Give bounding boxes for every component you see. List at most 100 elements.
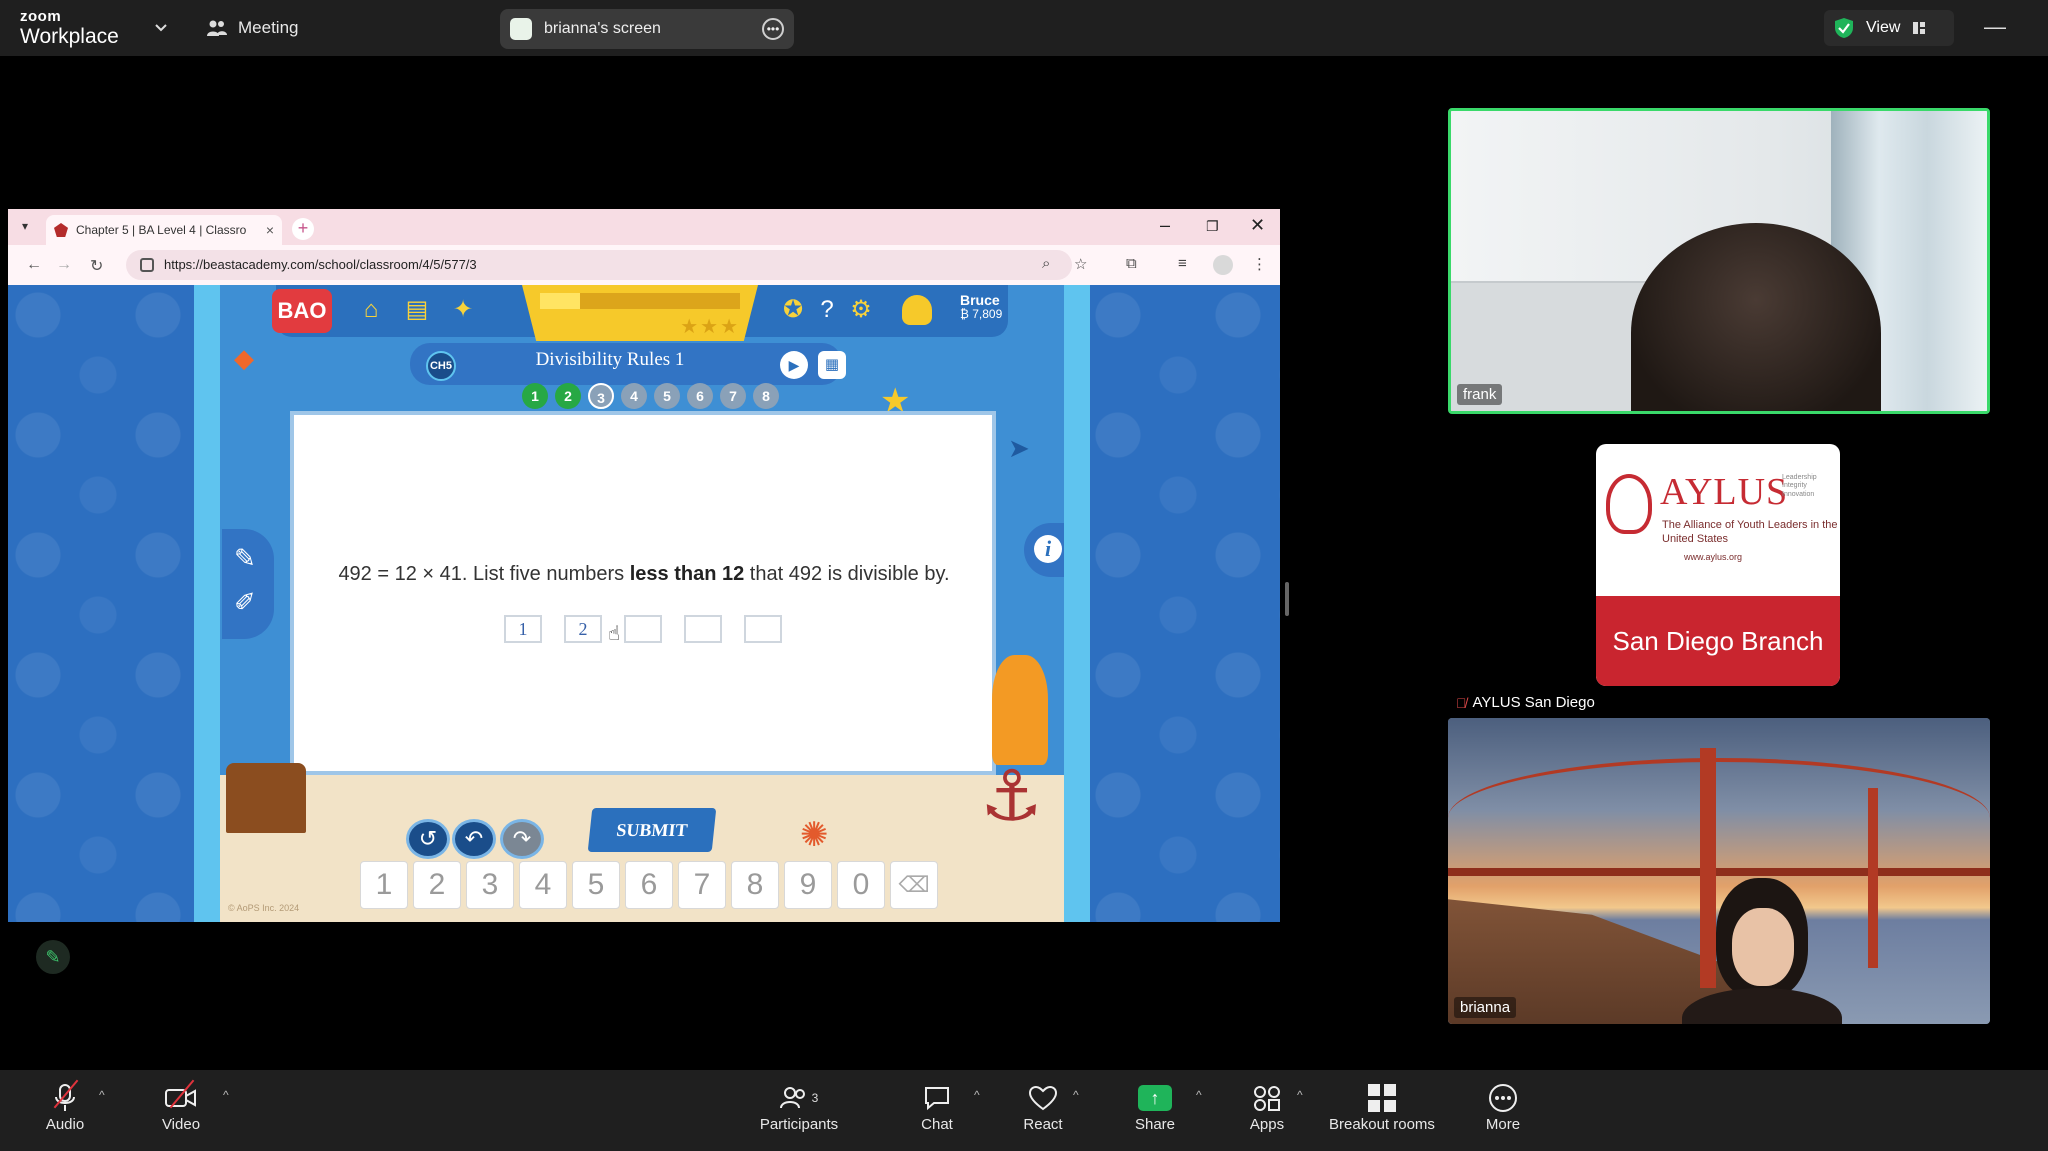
annotate-pencil-icon[interactable]: ✎: [36, 940, 70, 974]
keypad-key[interactable]: 8: [731, 861, 779, 909]
tab-list-icon[interactable]: ▾: [22, 219, 28, 233]
apps-options-caret-icon[interactable]: ^: [1297, 1088, 1303, 1102]
undo-icon[interactable]: ↶: [452, 819, 496, 859]
keypad-key[interactable]: 1: [360, 861, 408, 909]
video-tile-aylus[interactable]: AYLUS Leadership Integrity Innovation Th…: [1448, 418, 1990, 714]
react-label: React: [1023, 1116, 1063, 1133]
trophy-icon[interactable]: ✪: [778, 295, 808, 325]
progress-dot[interactable]: 3: [588, 383, 614, 409]
share-button[interactable]: ↑ Share: [1130, 1080, 1180, 1133]
url-field[interactable]: https://beastacademy.com/school/classroo…: [126, 250, 1072, 280]
progress-dot[interactable]: 4: [621, 383, 647, 409]
media-control-icon[interactable]: ≡: [1178, 255, 1187, 272]
bao-home-button[interactable]: BAO: [272, 289, 332, 333]
chat-options-caret-icon[interactable]: ^: [974, 1088, 980, 1102]
audio-button[interactable]: Audio: [40, 1080, 90, 1133]
chapter-badge[interactable]: CH5: [426, 351, 456, 381]
coral-decoration: [992, 655, 1048, 765]
answer-input[interactable]: [744, 615, 782, 643]
progress-dot[interactable]: 1: [522, 383, 548, 409]
profile-avatar[interactable]: [1213, 255, 1233, 275]
more-button[interactable]: More: [1478, 1080, 1528, 1133]
submit-button[interactable]: SUBMIT: [587, 808, 717, 852]
answer-input[interactable]: 1: [504, 615, 542, 643]
book-icon[interactable]: ▤: [402, 295, 432, 325]
chevron-down-icon[interactable]: [152, 18, 170, 36]
mic-muted-icon: 🎙̸: [1456, 694, 1467, 711]
progress-dot[interactable]: 5: [654, 383, 680, 409]
react-options-caret-icon[interactable]: ^: [1073, 1088, 1079, 1102]
progress-dot[interactable]: 8: [753, 383, 779, 409]
video-options-caret-icon[interactable]: ^: [223, 1088, 229, 1102]
answer-input[interactable]: [684, 615, 722, 643]
answer-input[interactable]: [624, 615, 662, 643]
stars-icon: ★★★: [680, 316, 740, 338]
play-video-icon[interactable]: ▶: [780, 351, 808, 379]
bookmark-star-icon[interactable]: ☆: [1074, 255, 1087, 273]
reload-icon[interactable]: ↻: [90, 256, 103, 276]
puzzle-icon[interactable]: ✦: [448, 295, 478, 325]
keypad-key[interactable]: 6: [625, 861, 673, 909]
view-button[interactable]: View: [1824, 10, 1954, 46]
participants-button[interactable]: 3 Participants: [754, 1080, 844, 1133]
video-tile-brianna[interactable]: brianna: [1448, 718, 1990, 1024]
react-button[interactable]: React: [1018, 1080, 1068, 1133]
backspace-key-icon[interactable]: ⌫: [890, 861, 938, 909]
progress-dot[interactable]: 6: [687, 383, 713, 409]
minimize-window-button[interactable]: —: [1984, 14, 2006, 40]
zoom-magnifier-icon[interactable]: ⌕: [1042, 255, 1050, 272]
share-screen-icon: [510, 18, 532, 40]
guide-book-icon[interactable]: ▦: [818, 351, 846, 379]
back-icon[interactable]: ←: [26, 256, 42, 274]
reset-icon[interactable]: ↺: [406, 819, 450, 859]
window-restore-button[interactable]: ❐: [1206, 218, 1219, 235]
chat-button[interactable]: Chat: [912, 1080, 962, 1133]
forward-icon[interactable]: →: [56, 256, 72, 274]
meeting-menu[interactable]: Meeting: [206, 18, 298, 38]
info-button[interactable]: i: [1024, 523, 1064, 577]
browser-tab[interactable]: Chapter 5 | BA Level 4 | Classro ×: [46, 215, 282, 245]
new-tab-button[interactable]: +: [292, 218, 314, 240]
browser-tab-strip: ▾ Chapter 5 | BA Level 4 | Classro × + –…: [8, 209, 1280, 245]
progress-stars-panel: ★★★: [522, 285, 758, 341]
pencil-icon[interactable]: ✎: [234, 543, 256, 574]
aylus-branch-banner: San Diego Branch: [1596, 596, 1840, 686]
video-button[interactable]: Video: [156, 1080, 206, 1133]
avatar-helmet-icon[interactable]: [902, 295, 932, 325]
anchor-icon: ⚓: [980, 757, 1043, 835]
extensions-icon[interactable]: ⧉: [1126, 255, 1137, 272]
apps-button[interactable]: Apps: [1242, 1080, 1292, 1133]
problem-end: that 492 is divisible by.: [744, 563, 950, 585]
video-tile-frank[interactable]: frank: [1448, 108, 1990, 414]
redo-icon[interactable]: ↷: [500, 819, 544, 859]
help-icon[interactable]: ?: [812, 295, 842, 325]
eraser-icon[interactable]: ✐: [234, 587, 256, 618]
keypad-key[interactable]: 7: [678, 861, 726, 909]
site-settings-icon[interactable]: [140, 258, 154, 272]
keypad-key[interactable]: 2: [413, 861, 461, 909]
answer-input[interactable]: 2: [564, 615, 602, 643]
breakout-rooms-button[interactable]: Breakout rooms: [1326, 1080, 1438, 1133]
more-options-icon[interactable]: •••: [762, 18, 784, 40]
keypad-key[interactable]: 0: [837, 861, 885, 909]
school-icon[interactable]: ⌂: [356, 295, 386, 325]
share-options-caret-icon[interactable]: ^: [1196, 1088, 1202, 1102]
keypad-key[interactable]: 5: [572, 861, 620, 909]
progress-dot[interactable]: 7: [720, 383, 746, 409]
number-keypad: 1 2 3 4 5 6 7 8 9 0 ⌫: [360, 861, 938, 909]
settings-gear-icon[interactable]: ⚙: [846, 295, 876, 325]
keypad-key[interactable]: 3: [466, 861, 514, 909]
keypad-key[interactable]: 4: [519, 861, 567, 909]
meeting-label: Meeting: [238, 18, 299, 37]
screen-share-indicator[interactable]: brianna's screen •••: [500, 9, 794, 49]
close-tab-icon[interactable]: ×: [266, 222, 274, 238]
keypad-key[interactable]: 9: [784, 861, 832, 909]
browser-menu-icon[interactable]: ⋮: [1252, 255, 1267, 273]
window-minimize-button[interactable]: –: [1160, 215, 1170, 236]
audio-options-caret-icon[interactable]: ^: [99, 1088, 105, 1102]
shared-browser-window: ▾ Chapter 5 | BA Level 4 | Classro × + –…: [8, 209, 1280, 922]
user-info[interactable]: Bruce ₿ 7,809: [960, 292, 1002, 322]
panel-resize-handle[interactable]: [1285, 582, 1289, 616]
progress-dot[interactable]: 2: [555, 383, 581, 409]
window-close-button[interactable]: ✕: [1250, 215, 1265, 236]
